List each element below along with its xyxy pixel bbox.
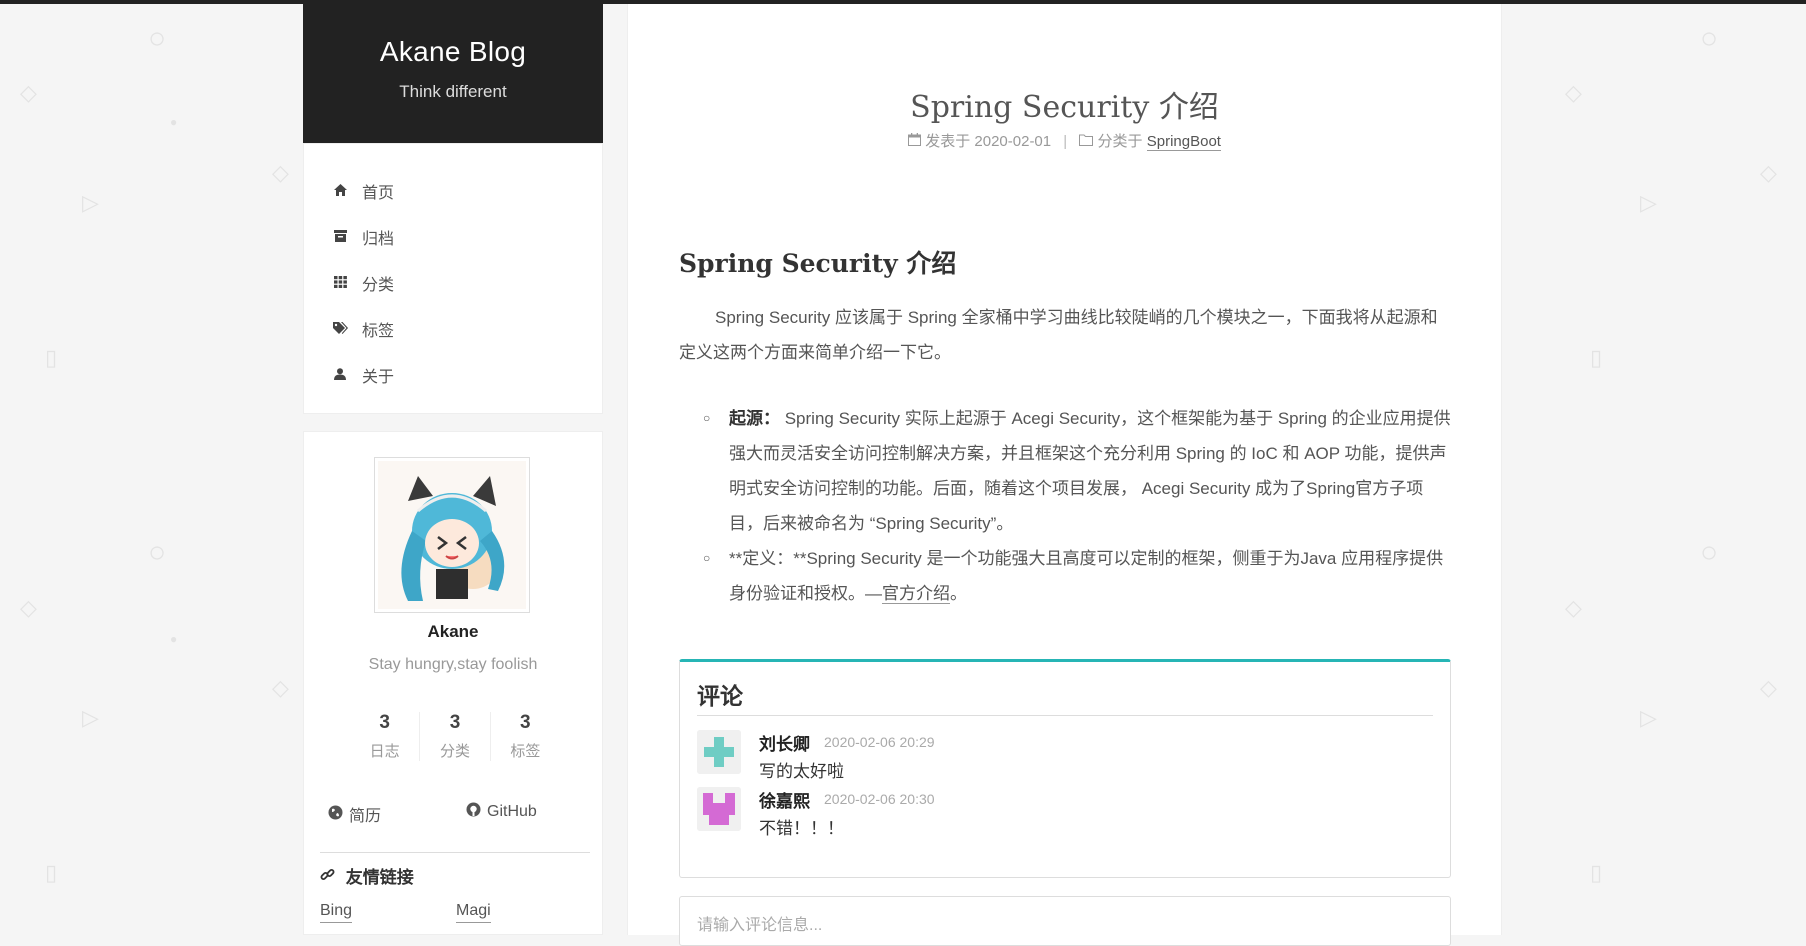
site-brand[interactable]: Akane Blog Think different: [303, 4, 603, 143]
menu-item-label: 标签: [362, 323, 395, 340]
list-item-bold: 起源：: [729, 409, 780, 428]
comment-time: 2020-02-06 20:30: [824, 791, 935, 807]
user-icon: [332, 367, 348, 383]
commenter-avatar: [697, 730, 741, 774]
post-heading: Spring Security 介绍: [679, 249, 957, 278]
menu-item-label: 首页: [362, 185, 395, 202]
tags-icon: [332, 321, 348, 337]
meta-divider: |: [1063, 133, 1068, 150]
archive-icon: [332, 229, 348, 245]
author-name: Akane: [427, 622, 479, 641]
sidebar-menu: 首页 归档 分类 标签 关于: [303, 143, 603, 414]
link-icon: [320, 868, 340, 887]
author-motto: Stay hungry,stay foolish: [368, 656, 538, 673]
comment-item: 刘长卿 2020-02-06 20:29 写的太好啦: [697, 730, 1433, 781]
comment-text: 写的太好啦: [759, 762, 844, 781]
official-intro-link[interactable]: 官方介绍: [882, 584, 950, 604]
stat-tags[interactable]: 3 标签: [489, 712, 560, 761]
github-icon: [466, 802, 481, 821]
menu-item-about[interactable]: 关于: [304, 352, 602, 398]
menu-item-archive[interactable]: 归档: [304, 214, 602, 260]
author-avatar: [374, 457, 530, 613]
stat-count: 3: [449, 712, 461, 733]
site-title[interactable]: Akane Blog: [303, 36, 603, 68]
stat-categories[interactable]: 3 分类: [419, 712, 489, 761]
stat-count: 3: [520, 712, 531, 733]
github-link-label: GitHub: [487, 802, 537, 820]
folder-icon: [1079, 133, 1097, 150]
comment-time: 2020-02-06 20:29: [824, 734, 935, 750]
friend-link-bing[interactable]: Bing: [320, 902, 353, 923]
commenter-name: 刘长卿: [759, 735, 810, 754]
list-item-tail: 。: [950, 584, 967, 603]
friend-links-title-text: 友情链接: [345, 868, 414, 887]
stat-label: 分类: [439, 743, 470, 760]
post-list: 起源： Spring Security 实际上起源于 Acegi Securit…: [679, 401, 1453, 611]
published-date: 2020-02-01: [974, 133, 1052, 150]
category-link[interactable]: SpringBoot: [1146, 133, 1221, 151]
comment-input[interactable]: 请输入评论信息...: [679, 896, 1451, 946]
author-profile: Akane Stay hungry,stay foolish 3 日志 3 分类…: [303, 431, 603, 935]
list-item: 起源： Spring Security 实际上起源于 Acegi Securit…: [679, 401, 1453, 541]
menu-item-tags[interactable]: 标签: [304, 306, 602, 352]
menu-item-label: 归档: [362, 231, 395, 248]
comments-panel: 评论 刘长卿 2020-02-06 20:29 写的太好啦 徐嘉熙 2020-0…: [679, 659, 1451, 878]
globe-icon: [328, 805, 343, 824]
commenter-name: 徐嘉熙: [759, 792, 810, 811]
menu-item-categories[interactable]: 分类: [304, 260, 602, 306]
commenter-avatar: [697, 787, 741, 831]
friend-link-magi[interactable]: Magi: [456, 902, 491, 923]
stat-posts[interactable]: 3 日志: [350, 712, 419, 761]
published-label: 发表于: [925, 133, 971, 150]
stat-label: 日志: [369, 743, 400, 760]
comments-title: 评论: [697, 677, 1433, 716]
stat-count: 3: [379, 712, 390, 733]
menu-item-home[interactable]: 首页: [304, 168, 602, 214]
menu-item-label: 关于: [362, 369, 395, 386]
list-item-text: Spring Security 实际上起源于 Acegi Security，这个…: [729, 409, 1451, 533]
site-subtitle: Think different: [399, 82, 507, 101]
comment-item: 徐嘉熙 2020-02-06 20:30 不错！！！: [697, 787, 1433, 838]
post-container: Spring Security 介绍 发表于 2020-02-01 | 分类于 …: [627, 4, 1502, 946]
list-item-text: **定义：**Spring Security 是一个功能强大且高度可以定制的框架…: [729, 549, 1444, 603]
calendar-icon: [908, 133, 925, 150]
resume-link[interactable]: 简历: [328, 802, 381, 826]
post-meta: 发表于 2020-02-01 | 分类于 SpringBoot: [628, 130, 1501, 151]
th-icon: [332, 275, 348, 291]
post-title[interactable]: Spring Security 介绍: [628, 82, 1501, 126]
comment-text: 不错！！！: [759, 819, 844, 838]
resume-link-label: 简历: [349, 808, 382, 825]
friend-links-title: 友情链接: [320, 852, 590, 888]
stat-label: 标签: [510, 743, 541, 760]
github-link[interactable]: GitHub: [466, 802, 537, 821]
post-paragraph: Spring Security 应该属于 Spring 全家桶中学习曲线比较陡峭…: [679, 308, 1438, 362]
category-label: 分类于: [1097, 133, 1143, 150]
site-stats: 3 日志 3 分类 3 标签: [350, 712, 560, 761]
list-item: **定义：**Spring Security 是一个功能强大且高度可以定制的框架…: [679, 541, 1453, 611]
home-icon: [332, 183, 348, 199]
menu-item-label: 分类: [362, 277, 395, 294]
